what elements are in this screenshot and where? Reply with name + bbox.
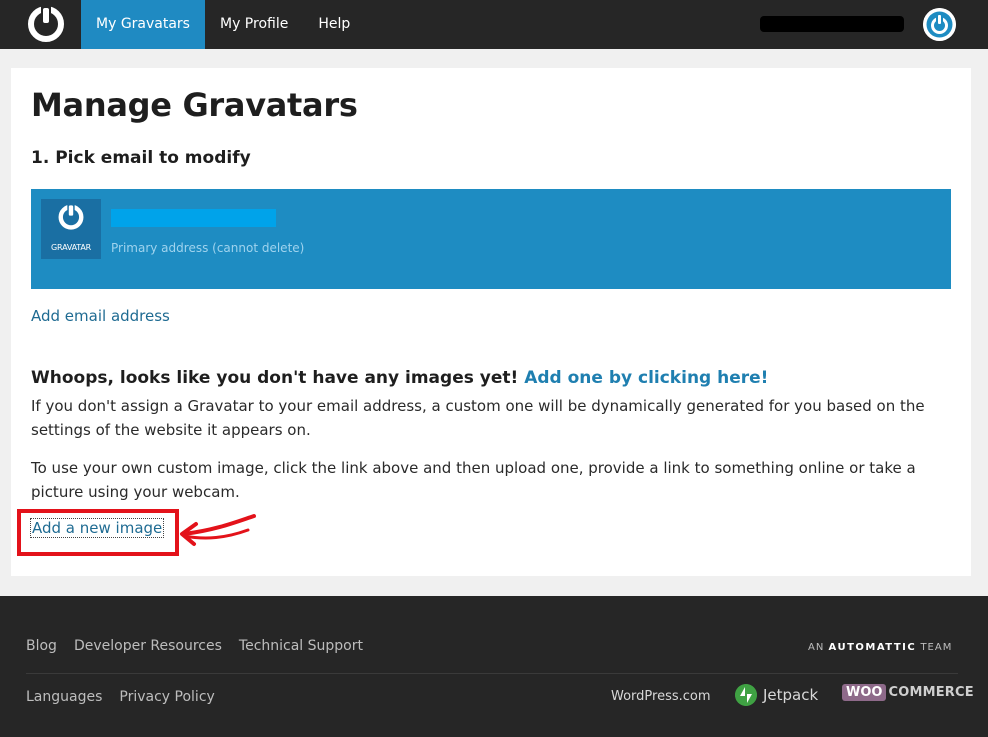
gravatar-logo-icon[interactable] — [27, 5, 65, 43]
annotation-arrow-icon — [180, 514, 256, 546]
automattic-name: AUTOMATTIC — [828, 642, 917, 653]
automattic-team-badge[interactable]: AN AUTOMATTIC TEAM — [808, 642, 952, 653]
footer-link-languages[interactable]: Languages — [26, 689, 102, 705]
gravatar-label: GRAVATAR — [51, 243, 91, 252]
email-item-selected[interactable]: GRAVATAR Primary address (cannot delete) — [31, 189, 951, 289]
redacted-email-address — [111, 209, 276, 227]
add-one-link[interactable]: Add one by clicking here! — [524, 368, 768, 388]
redacted-username[interactable] — [760, 16, 904, 32]
main-nav: My Gravatars My Profile Help — [81, 0, 365, 49]
manage-gravatars-card: Manage Gravatars 1. Pick email to modify… — [11, 68, 971, 576]
wordpress-link[interactable]: WordPress.com — [611, 689, 711, 704]
nav-help[interactable]: Help — [303, 0, 365, 49]
jetpack-icon — [735, 684, 757, 706]
info-paragraph-2: To use your own custom image, click the … — [31, 459, 916, 501]
footer-links-secondary: Languages Privacy Policy — [26, 689, 215, 705]
footer-link-privacy-policy[interactable]: Privacy Policy — [119, 689, 214, 705]
footer-link-developer-resources[interactable]: Developer Resources — [74, 638, 222, 654]
info-paragraph-1: If you don't assign a Gravatar to your e… — [31, 397, 925, 439]
footer: Blog Developer Resources Technical Suppo… — [0, 596, 988, 737]
automattic-prefix: AN — [808, 642, 825, 653]
page-title: Manage Gravatars — [31, 86, 358, 124]
top-navbar: My Gravatars My Profile Help — [0, 0, 988, 49]
step-title: 1. Pick email to modify — [31, 148, 251, 168]
jetpack-label: Jetpack — [763, 686, 819, 704]
nav-my-gravatars[interactable]: My Gravatars — [81, 0, 205, 49]
no-images-heading: Whoops, looks like you don't have any im… — [31, 368, 768, 388]
email-avatar: GRAVATAR — [41, 199, 101, 259]
gravatar-avatar-icon[interactable] — [923, 8, 956, 41]
footer-link-technical-support[interactable]: Technical Support — [239, 638, 363, 654]
jetpack-link[interactable]: Jetpack — [735, 684, 818, 706]
woo-badge: WOO — [842, 684, 887, 701]
footer-divider — [26, 673, 958, 674]
gravatar-logo-icon — [58, 203, 84, 230]
automattic-suffix: TEAM — [920, 642, 953, 653]
woo-commerce-label: COMMERCE — [888, 685, 974, 700]
footer-links-primary: Blog Developer Resources Technical Suppo… — [26, 638, 363, 654]
add-email-address-link[interactable]: Add email address — [31, 307, 170, 325]
annotation-highlight-box — [17, 509, 179, 556]
primary-address-label: Primary address (cannot delete) — [111, 241, 305, 255]
no-images-text: Whoops, looks like you don't have any im… — [31, 368, 519, 388]
woocommerce-link[interactable]: WOO COMMERCE — [842, 684, 974, 701]
nav-my-profile[interactable]: My Profile — [205, 0, 303, 49]
footer-link-blog[interactable]: Blog — [26, 638, 57, 654]
